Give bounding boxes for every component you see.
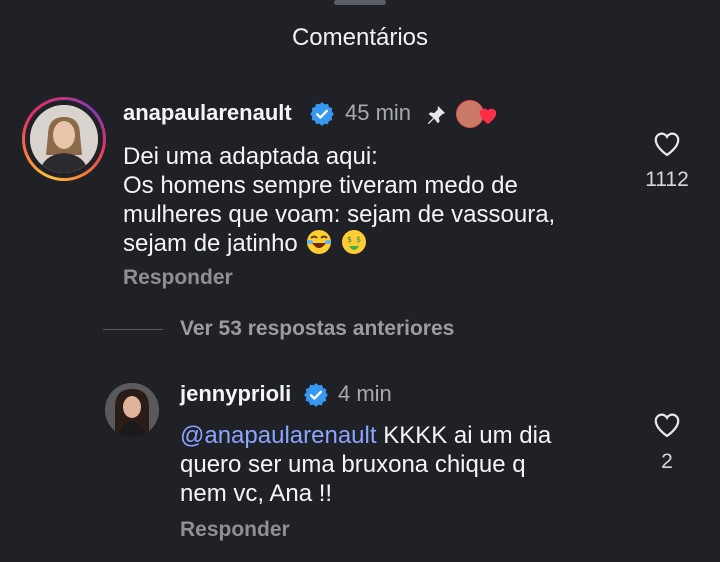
liked-by-creator-icon (456, 100, 502, 128)
comment-time: 4 min (338, 381, 392, 406)
verified-icon (310, 102, 334, 126)
comment-time: 45 min (345, 100, 412, 125)
avatar[interactable] (105, 383, 159, 437)
reply-button[interactable]: Responder (180, 518, 290, 542)
verified-icon (304, 383, 328, 407)
pin-icon (427, 105, 446, 125)
reply-button[interactable]: Responder (123, 266, 233, 290)
comment-text: @anapaularenault KKKK ai um dia quero se… (180, 422, 552, 507)
like-count: 1112 (645, 168, 689, 191)
mention-link[interactable]: @anapaularenault (180, 422, 377, 449)
avatar[interactable] (30, 105, 98, 173)
money-mouth-emoji: $ $ (342, 230, 367, 254)
svg-text:$: $ (347, 235, 352, 244)
sheet-grabber[interactable] (334, 0, 386, 5)
username-link[interactable]: jennyprioli (180, 381, 291, 407)
svg-text:$: $ (356, 235, 361, 244)
heart-outline-icon[interactable] (652, 129, 682, 157)
page-title: Comentários (291, 24, 429, 51)
view-replies-button[interactable]: Ver 53 respostas anteriores (180, 317, 454, 341)
username-link[interactable]: anapaularenault (123, 100, 292, 126)
comment-text: Dei uma adaptada aqui: Os homens sempre … (123, 143, 556, 257)
story-ring[interactable] (22, 97, 106, 181)
like-count: 2 (661, 450, 673, 473)
laughing-emoji (307, 230, 332, 254)
heart-outline-icon[interactable] (652, 410, 682, 438)
divider (103, 329, 163, 330)
